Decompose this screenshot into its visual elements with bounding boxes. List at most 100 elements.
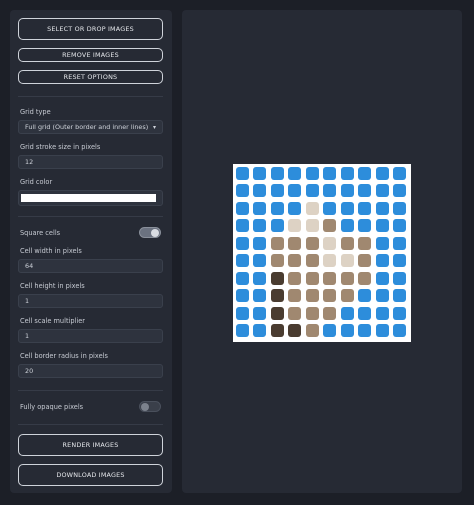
grid-cell <box>288 289 301 302</box>
grid-cell <box>393 254 406 267</box>
cell-radius-input[interactable]: 20 <box>18 364 163 378</box>
grid-type-select[interactable]: Full grid (Outer border and inner lines)… <box>18 120 163 134</box>
grid-cell <box>323 201 336 215</box>
options-sidebar: SELECT OR DROP IMAGES REMOVE IMAGES RESE… <box>10 10 172 493</box>
grid-cell <box>358 254 371 267</box>
grid-cell <box>235 201 249 215</box>
grid-cell <box>270 184 284 197</box>
grid-cell <box>305 271 319 285</box>
grid-cell <box>358 166 371 180</box>
grid-cell <box>288 219 301 232</box>
grid-cell <box>270 201 284 215</box>
grid-cell <box>323 306 336 320</box>
opaque-pixels-label: Fully opaque pixels <box>20 403 84 411</box>
grid-cell <box>375 289 389 302</box>
grid-cell <box>340 166 354 180</box>
grid-cell <box>358 236 371 250</box>
grid-cell <box>358 184 371 197</box>
grid-cell <box>340 289 354 302</box>
opaque-pixels-toggle[interactable] <box>139 401 161 412</box>
grid-cell <box>393 166 406 180</box>
remove-images-button[interactable]: REMOVE IMAGES <box>18 48 163 62</box>
download-images-button[interactable]: DOWNLOAD IMAGES <box>18 464 163 486</box>
grid-cell <box>375 219 389 232</box>
chevron-down-icon: ▾ <box>152 124 156 131</box>
preview-panel <box>182 10 462 493</box>
grid-cell <box>340 254 354 267</box>
divider <box>18 96 163 97</box>
grid-cell <box>323 324 336 337</box>
grid-stroke-label: Grid stroke size in pixels <box>20 143 101 151</box>
grid-type-label: Grid type <box>20 108 51 116</box>
select-images-button[interactable]: SELECT OR DROP IMAGES <box>18 18 163 40</box>
grid-cell <box>375 306 389 320</box>
grid-cell <box>270 236 284 250</box>
divider <box>18 390 163 391</box>
grid-cell <box>253 201 266 215</box>
cell-scale-label: Cell scale multiplier <box>20 317 85 325</box>
grid-cell <box>393 271 406 285</box>
grid-cell <box>305 324 319 337</box>
grid-cell <box>235 324 249 337</box>
square-cells-toggle[interactable] <box>139 227 161 238</box>
grid-cell <box>340 306 354 320</box>
grid-cell <box>288 236 301 250</box>
grid-cell <box>288 324 301 337</box>
grid-cell <box>358 271 371 285</box>
grid-cell <box>375 184 389 197</box>
grid-cell <box>340 201 354 215</box>
grid-cell <box>323 236 336 250</box>
cell-radius-label: Cell border radius in pixels <box>20 352 108 360</box>
render-images-button[interactable]: RENDER IMAGES <box>18 434 163 456</box>
cell-width-input[interactable]: 64 <box>18 259 163 273</box>
grid-cell <box>253 184 266 197</box>
grid-cell <box>358 306 371 320</box>
grid-cell <box>305 219 319 232</box>
grid-cell <box>288 166 301 180</box>
grid-cell <box>253 254 266 267</box>
grid-cell <box>288 271 301 285</box>
grid-cell <box>393 306 406 320</box>
grid-cell <box>305 184 319 197</box>
grid-cell <box>305 236 319 250</box>
preview-image <box>233 164 411 342</box>
grid-cell <box>235 306 249 320</box>
grid-cell <box>305 201 319 215</box>
grid-cell <box>393 184 406 197</box>
reset-options-button[interactable]: RESET OPTIONS <box>18 70 163 84</box>
grid-cell <box>253 306 266 320</box>
grid-cell <box>393 236 406 250</box>
grid-cell <box>270 306 284 320</box>
grid-cell <box>340 236 354 250</box>
grid-stroke-input[interactable]: 12 <box>18 155 163 169</box>
grid-cell <box>393 289 406 302</box>
cell-scale-input[interactable]: 1 <box>18 329 163 343</box>
grid-cell <box>288 254 301 267</box>
grid-cell <box>288 184 301 197</box>
grid-cell <box>340 271 354 285</box>
grid-cell <box>235 236 249 250</box>
grid-cell <box>288 201 301 215</box>
grid-cell <box>323 271 336 285</box>
grid-cell <box>323 219 336 232</box>
square-cells-label: Square cells <box>20 229 61 237</box>
grid-cell <box>235 271 249 285</box>
grid-cell <box>235 166 249 180</box>
cell-height-input[interactable]: 1 <box>18 294 163 308</box>
grid-cell <box>253 236 266 250</box>
grid-color-picker[interactable] <box>18 190 163 206</box>
grid-cell <box>305 289 319 302</box>
grid-cell <box>375 166 389 180</box>
grid-cell <box>375 254 389 267</box>
grid-cell <box>270 219 284 232</box>
grid-cell <box>323 184 336 197</box>
grid-cell <box>340 219 354 232</box>
cell-width-label: Cell width in pixels <box>20 247 82 255</box>
grid-cell <box>235 289 249 302</box>
grid-cell <box>270 289 284 302</box>
divider <box>18 424 163 425</box>
grid-cell <box>253 289 266 302</box>
grid-cell <box>253 219 266 232</box>
grid-cell <box>340 324 354 337</box>
grid-cell <box>305 166 319 180</box>
